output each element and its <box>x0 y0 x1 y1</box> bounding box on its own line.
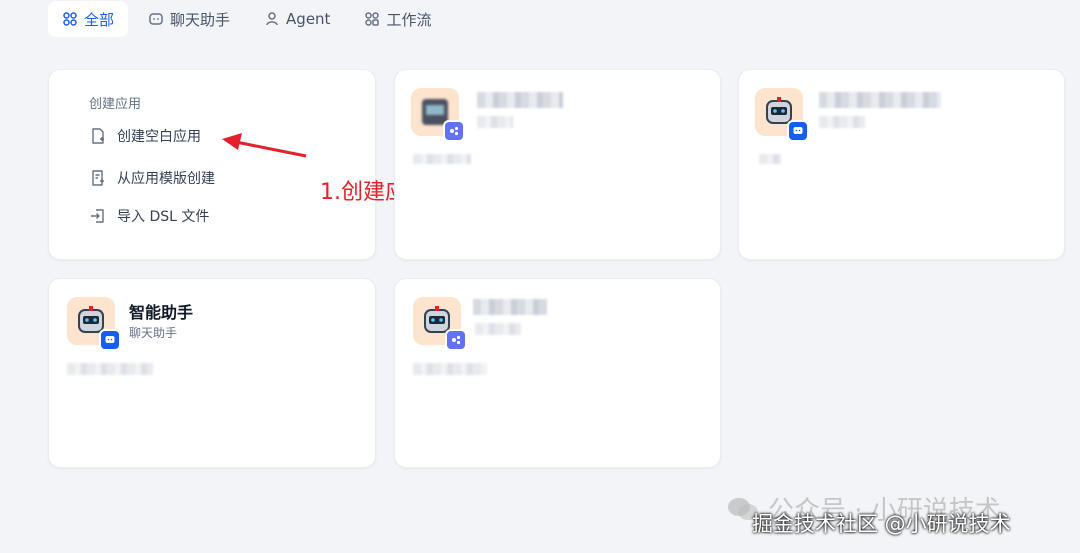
workflow-badge-icon <box>445 329 467 351</box>
app-avatar <box>755 88 809 142</box>
app-type-redacted <box>819 116 865 128</box>
app-card[interactable] <box>394 69 721 260</box>
app-desc-redacted <box>413 154 471 164</box>
app-card[interactable] <box>394 278 721 468</box>
app-card[interactable] <box>738 69 1065 260</box>
chat-badge-icon <box>787 120 809 142</box>
app-type: 聊天助手 <box>129 326 178 340</box>
app-desc-redacted <box>759 154 781 164</box>
app-name-redacted <box>819 92 941 108</box>
app-type-redacted <box>475 323 521 335</box>
app-name: 智能助手 <box>129 303 194 322</box>
app-avatar <box>413 297 467 351</box>
watermark-main-text: 掘金技术社区 @小研说技术 <box>752 512 1011 536</box>
workflow-badge-icon <box>443 120 465 142</box>
app-desc-redacted <box>413 363 487 375</box>
app-avatar <box>411 88 465 142</box>
app-name-redacted <box>473 299 547 315</box>
app-card[interactable]: 智能助手 聊天助手 <box>48 278 376 468</box>
app-avatar <box>67 297 121 351</box>
chat-badge-icon <box>99 329 121 351</box>
app-type-redacted <box>477 116 513 128</box>
app-name-redacted <box>477 92 563 108</box>
app-desc-redacted <box>67 363 153 375</box>
